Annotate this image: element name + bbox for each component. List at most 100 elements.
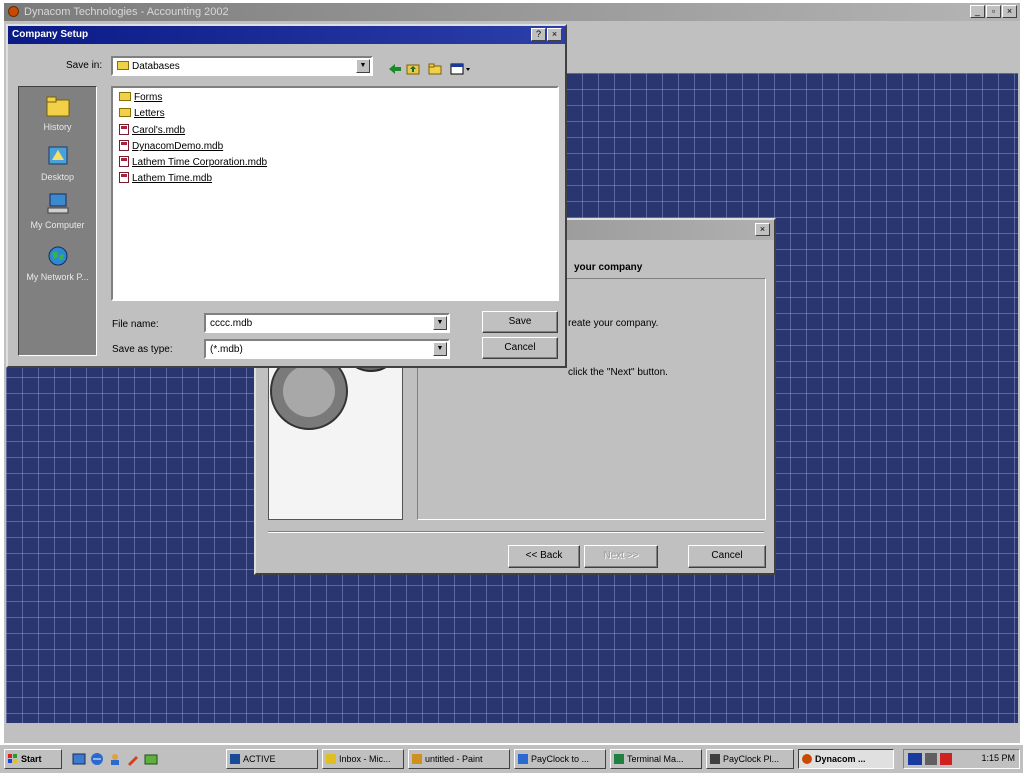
file-name-input[interactable]: cccc.mdb ▼ [204, 313, 450, 333]
volume-icon[interactable] [925, 753, 937, 765]
folder-icon [119, 108, 131, 117]
start-label: Start [21, 754, 42, 764]
taskbar-item-paint[interactable]: untitled - Paint [408, 749, 510, 769]
place-history-label: History [43, 122, 72, 132]
taskbar-item-dynacom[interactable]: Dynacom ... [798, 749, 894, 769]
taskbar-item-label: Terminal Ma... [627, 754, 684, 764]
desktop-icon [48, 146, 67, 165]
place-desktop[interactable]: Desktop [19, 145, 96, 182]
browser-icon[interactable] [90, 752, 104, 766]
chevron-down-icon[interactable]: ▼ [356, 59, 370, 73]
company-setup-dialog: Company Setup ? × Save in: Databases ▼ H… [6, 24, 567, 368]
place-history[interactable]: History [19, 95, 96, 132]
file-item-forms[interactable]: Forms [119, 92, 162, 103]
wizard-instruction-1: reate your company. [568, 318, 659, 329]
taskbar-item-label: ACTIVE [243, 754, 276, 764]
place-desktop-label: Desktop [40, 172, 75, 182]
places-bar: History Desktop My Computer My Network P… [18, 86, 97, 356]
dialog-close-icon[interactable]: × [547, 28, 562, 41]
app-title-bar: Dynacom Technologies - Accounting 2002 _… [4, 3, 1020, 21]
tool-icon[interactable] [126, 752, 140, 766]
taskbar-item-terminal[interactable]: Terminal Ma... [610, 749, 702, 769]
save-in-combo[interactable]: Databases ▼ [111, 56, 373, 76]
taskbar: Start ACTIVE Inbox - Mic... untitled - P… [0, 744, 1023, 773]
taskbar-item-label: PayClock to ... [531, 754, 590, 764]
taskbar-item-label: Dynacom ... [815, 754, 866, 764]
wizard-cancel-button[interactable]: Cancel [688, 545, 766, 568]
chevron-down-icon[interactable]: ▼ [433, 316, 447, 330]
access-db-icon [119, 124, 129, 135]
save-in-value: Databases [132, 61, 180, 72]
file-name: Letters [134, 108, 165, 119]
file-name: Carol's.mdb [132, 125, 186, 136]
file-item-dynacomdemo[interactable]: DynacomDemo.mdb [119, 140, 223, 152]
file-name-value: cccc.mdb [210, 318, 253, 329]
file-item-letters[interactable]: Letters [119, 108, 165, 119]
wizard-close-icon[interactable]: × [755, 223, 770, 236]
taskbar-item-label: Inbox - Mic... [339, 754, 391, 764]
new-folder-icon[interactable] [428, 63, 442, 75]
taskbar-item-label: untitled - Paint [425, 754, 483, 764]
network-globe-icon [48, 246, 67, 266]
clock: 1:15 PM [981, 753, 1015, 763]
file-name: Lathem Time.mdb [132, 173, 213, 184]
folder-icon [119, 92, 131, 101]
save-as-type-select[interactable]: (*.mdb) ▼ [204, 339, 450, 359]
wizard-heading: your company [574, 262, 643, 273]
place-my-network-label: My Network P... [26, 272, 89, 282]
save-as-type-value: (*.mdb) [210, 344, 243, 355]
taskbar-item-label: PayClock Pl... [723, 754, 780, 764]
back-button[interactable]: << Back [508, 545, 580, 568]
minimize-icon[interactable]: _ [970, 5, 985, 18]
system-tray: 1:15 PM [903, 749, 1020, 769]
windows-logo-icon [8, 754, 17, 763]
language-icon[interactable] [908, 753, 922, 765]
notification-icon[interactable] [940, 753, 952, 765]
place-my-computer-label: My Computer [30, 220, 85, 230]
access-db-icon [119, 156, 129, 167]
access-db-icon [119, 140, 129, 151]
save-in-label: Save in: [66, 60, 103, 71]
file-item-carols[interactable]: Carol's.mdb [119, 124, 185, 136]
file-name-label: File name: [112, 319, 159, 330]
app-icon [710, 754, 720, 764]
save-button[interactable]: Save [482, 311, 558, 333]
place-my-computer[interactable]: My Computer [19, 193, 96, 230]
access-db-icon [119, 172, 129, 183]
tree-icon [614, 754, 624, 764]
view-menu-icon[interactable] [450, 63, 472, 75]
back-arrow-icon[interactable] [388, 63, 402, 75]
file-list: Forms Letters Carol's.mdb DynacomDemo.md… [111, 86, 559, 301]
history-folder-icon [46, 96, 69, 117]
show-desktop-icon[interactable] [72, 752, 86, 766]
taskbar-item-inbox[interactable]: Inbox - Mic... [322, 749, 404, 769]
start-button[interactable]: Start [4, 749, 62, 769]
next-button[interactable]: Next >> [584, 545, 658, 568]
quick-launch [68, 749, 192, 769]
file-item-lathem-corp[interactable]: Lathem Time Corporation.mdb [119, 156, 267, 168]
app-icon [230, 754, 240, 764]
wizard-divider [268, 531, 764, 533]
file-name: DynacomDemo.mdb [132, 141, 224, 152]
close-icon[interactable]: × [1002, 5, 1017, 18]
file-name: Forms [134, 92, 163, 103]
file-name: Lathem Time Corporation.mdb [132, 157, 268, 168]
document-icon [518, 754, 528, 764]
place-my-network[interactable]: My Network P... [19, 245, 96, 282]
dynacom-app-icon [8, 6, 19, 17]
taskbar-item-payclock[interactable]: PayClock to ... [514, 749, 606, 769]
wizard-instruction-2: click the "Next" button. [568, 367, 668, 378]
mail-icon[interactable] [144, 752, 158, 766]
up-folder-icon[interactable] [406, 63, 420, 75]
taskbar-item-payclock-pl[interactable]: PayClock Pl... [706, 749, 794, 769]
dialog-title-bar: Company Setup ? × [8, 26, 565, 44]
chevron-down-icon[interactable]: ▼ [433, 342, 447, 356]
taskbar-item-active[interactable]: ACTIVE [226, 749, 318, 769]
dialog-title: Company Setup [12, 29, 89, 40]
user-icon[interactable] [108, 752, 122, 766]
app-title: Dynacom Technologies - Accounting 2002 [24, 6, 229, 18]
cancel-button[interactable]: Cancel [482, 337, 558, 359]
help-icon[interactable]: ? [531, 28, 546, 41]
maximize-icon[interactable]: ▫ [986, 5, 1001, 18]
file-item-lathem-time[interactable]: Lathem Time.mdb [119, 172, 212, 184]
